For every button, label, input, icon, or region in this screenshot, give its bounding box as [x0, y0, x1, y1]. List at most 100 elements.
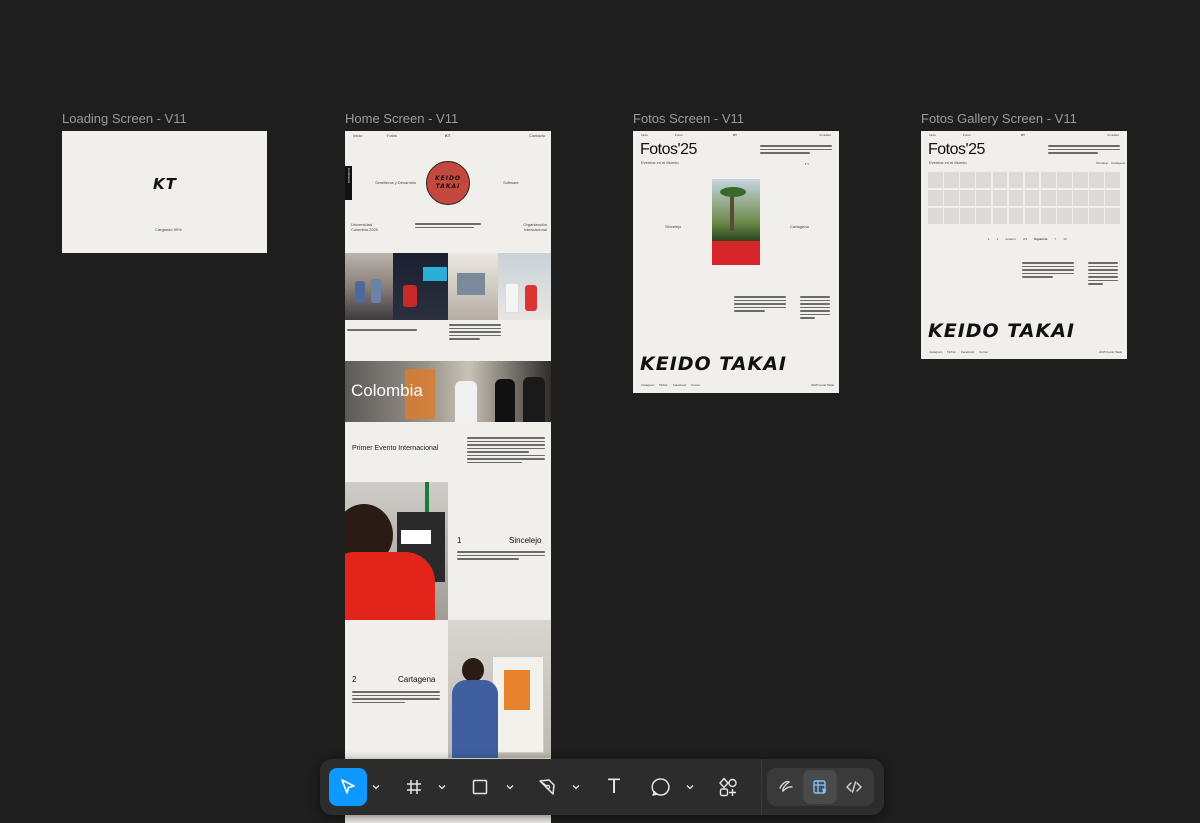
fotos-footer-facebook[interactable]: Facebook: [673, 383, 686, 388]
pen-tool-chevron-down-icon[interactable]: [572, 783, 580, 791]
gallery-thumbnail[interactable]: [1105, 207, 1120, 224]
home-logo-circle: KEIDO TAKAI: [426, 161, 470, 205]
gallery-tab-cartagena[interactable]: Cartagena: [1111, 161, 1125, 166]
gallery-thumbnail[interactable]: [960, 189, 975, 207]
gallery-thumbnail[interactable]: [1073, 189, 1088, 207]
gallery-thumbnail[interactable]: [992, 207, 1008, 224]
gallery-footer-facebook[interactable]: Facebook: [961, 350, 974, 355]
pager-item[interactable]: 1: [988, 237, 990, 242]
pen-tool-button[interactable]: [528, 768, 566, 806]
fotos-footer-correo[interactable]: Correo: [691, 383, 700, 388]
gallery-grid: [928, 172, 1120, 224]
fotos-featured-photo[interactable]: [712, 179, 760, 265]
frame-fotos-screen[interactable]: Inicio Fotos KT Contacto Fotos'25 Evento…: [633, 131, 839, 393]
gallery-footer-tiktok[interactable]: TikTok: [947, 350, 956, 355]
fotos-nav-contacto: Contacto: [819, 133, 832, 137]
gallery-thumbnail[interactable]: [1089, 207, 1104, 224]
loading-logo: KT: [153, 175, 177, 193]
frame-loading-screen[interactable]: KT Cargando 99%: [62, 131, 267, 253]
move-tool-chevron-down-icon[interactable]: [372, 783, 380, 791]
fotos-subheading: Eventos en el Mundo: [641, 160, 679, 165]
frame-label-gallery[interactable]: Fotos Gallery Screen - V11: [921, 111, 1077, 126]
gallery-thumbnail[interactable]: [1040, 189, 1056, 207]
home-nav-inicio: Inicio: [353, 133, 363, 138]
gallery-thumbnail[interactable]: [1008, 172, 1024, 189]
actions-tool-button[interactable]: [709, 768, 747, 806]
comment-tool-button[interactable]: [642, 768, 680, 806]
gallery-thumbnail[interactable]: [992, 189, 1008, 207]
comment-tool-chevron-down-icon[interactable]: [686, 783, 694, 791]
gallery-heading: Fotos'25: [928, 141, 985, 158]
fotos-city-right: Cartagena: [790, 224, 809, 229]
fotos-nav-fotos: Fotos: [675, 133, 683, 137]
fotos-footer-instagram[interactable]: Instagram: [641, 383, 654, 388]
gallery-thumbnail[interactable]: [976, 207, 991, 224]
gallery-paragraph-1: [1022, 262, 1074, 280]
dev-mode-button[interactable]: [837, 770, 871, 804]
frame-label-home[interactable]: Home Screen - V11: [345, 111, 458, 126]
fotos-footer-tiktok[interactable]: TikTok: [659, 383, 668, 388]
gallery-thumbnail[interactable]: [1057, 172, 1072, 189]
text-tool-button[interactable]: T: [595, 768, 633, 806]
pager-next[interactable]: Siguiente: [1034, 237, 1048, 242]
frame-tool-button[interactable]: [395, 768, 433, 806]
gallery-tab-sincelejo[interactable]: Sincelejo: [1096, 161, 1108, 166]
gallery-thumbnail[interactable]: [928, 189, 943, 207]
gallery-thumbnail[interactable]: [944, 172, 959, 189]
gallery-thumbnail[interactable]: [1057, 207, 1072, 224]
gallery-thumbnail[interactable]: [1057, 189, 1072, 207]
design-mode-button[interactable]: [803, 770, 837, 804]
gallery-thumbnail[interactable]: [960, 207, 975, 224]
gallery-thumbnail[interactable]: [1105, 172, 1120, 189]
gallery-pager: 1 2 Anterior 3/4 Siguiente 7 10: [988, 237, 1067, 242]
pager-item[interactable]: 2: [997, 237, 999, 242]
gallery-thumbnail[interactable]: [1073, 207, 1088, 224]
gallery-thumbnail[interactable]: [960, 172, 975, 189]
comment-icon: [651, 778, 670, 796]
mode-switcher: [767, 768, 874, 806]
gallery-thumbnail[interactable]: [1089, 172, 1104, 189]
gallery-thumbnail[interactable]: [992, 172, 1008, 189]
pager-prev[interactable]: Anterior: [1005, 237, 1016, 242]
home-nav-contacto: Contacto: [529, 133, 546, 138]
frame-label-loading[interactable]: Loading Screen - V11: [62, 111, 187, 126]
gallery-thumbnail[interactable]: [976, 172, 991, 189]
gallery-footer-correo[interactable]: Correo: [979, 350, 988, 355]
pager-item[interactable]: 10: [1063, 237, 1066, 242]
frame-tool-chevron-down-icon[interactable]: [438, 783, 446, 791]
gallery-thumbnail[interactable]: [1024, 189, 1040, 207]
gallery-thumbnail[interactable]: [928, 172, 943, 189]
frame-gallery-screen[interactable]: Inicio Fotos KT Contacto Fotos'25 Evento…: [921, 131, 1127, 359]
event-paragraph: [467, 437, 545, 465]
side-tab-label: Conócenos: [347, 168, 351, 184]
frame-label-fotos[interactable]: Fotos Screen - V11: [633, 111, 744, 126]
city2-number: 2: [352, 675, 357, 684]
gallery-thumbnail[interactable]: [1040, 172, 1056, 189]
shape-tool-button[interactable]: [461, 768, 499, 806]
gallery-thumbnail[interactable]: [1073, 172, 1088, 189]
code-icon: [846, 781, 862, 793]
hash-frame-icon: [407, 780, 421, 794]
gallery-brand: KEIDO TAKAI: [928, 320, 1075, 342]
draw-mode-button[interactable]: [769, 770, 803, 804]
pager-item[interactable]: 7: [1055, 237, 1057, 242]
fotos-tabs[interactable]: ▪ ▪: [805, 161, 809, 166]
city1-name: Sincelejo: [509, 536, 542, 545]
gallery-thumbnail[interactable]: [944, 207, 959, 224]
gallery-thumbnail[interactable]: [1089, 189, 1104, 207]
gallery-thumbnail[interactable]: [1008, 189, 1024, 207]
gallery-thumbnail[interactable]: [944, 189, 959, 207]
gallery-thumbnail[interactable]: [1008, 207, 1024, 224]
gallery-thumbnail[interactable]: [976, 189, 991, 207]
gallery-thumbnail[interactable]: [1105, 189, 1120, 207]
move-tool-button[interactable]: [329, 768, 367, 806]
frame-home-screen[interactable]: Inicio Fotos KT Contacto Conócenos Semil…: [345, 131, 551, 823]
gallery-nav-fotos: Fotos: [963, 133, 971, 137]
gallery-footer-instagram[interactable]: Instagram: [929, 350, 942, 355]
gallery-thumbnail[interactable]: [1024, 207, 1040, 224]
gallery-thumbnail[interactable]: [928, 207, 943, 224]
gallery-thumbnail[interactable]: [1040, 207, 1056, 224]
gallery-thumbnail[interactable]: [1024, 172, 1040, 189]
fotos-nav-kt: KT: [733, 133, 737, 137]
shape-tool-chevron-down-icon[interactable]: [506, 783, 514, 791]
